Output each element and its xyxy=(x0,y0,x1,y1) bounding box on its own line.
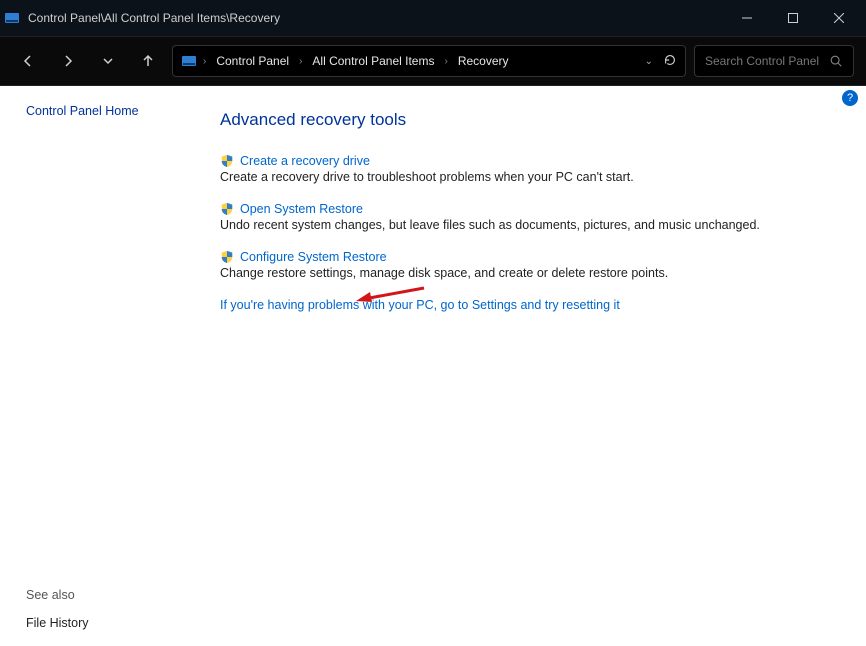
help-icon[interactable]: ? xyxy=(842,90,858,106)
maximize-button[interactable] xyxy=(770,0,816,36)
open-system-restore-link[interactable]: Open System Restore xyxy=(240,202,363,216)
control-panel-icon xyxy=(4,10,20,26)
page-heading: Advanced recovery tools xyxy=(220,110,840,130)
chevron-right-icon: › xyxy=(203,56,206,67)
chevron-right-icon: › xyxy=(299,56,302,67)
window-title: Control Panel\All Control Panel Items\Re… xyxy=(28,11,724,25)
refresh-button[interactable] xyxy=(663,53,677,70)
create-recovery-drive-link[interactable]: Create a recovery drive xyxy=(240,154,370,168)
search-placeholder: Search Control Panel xyxy=(705,54,819,68)
tool-desc: Create a recovery drive to troubleshoot … xyxy=(220,170,840,184)
chevron-down-icon[interactable]: ⌄ xyxy=(645,56,653,67)
control-panel-home-link[interactable]: Control Panel Home xyxy=(26,104,206,118)
breadcrumb[interactable]: All Control Panel Items xyxy=(306,54,440,68)
forward-button[interactable] xyxy=(52,45,84,77)
tool-desc: Undo recent system changes, but leave fi… xyxy=(220,218,840,232)
configure-system-restore-link[interactable]: Configure System Restore xyxy=(240,250,387,264)
reset-pc-link[interactable]: If you're having problems with your PC, … xyxy=(220,298,840,312)
shield-icon xyxy=(220,202,234,216)
chevron-right-icon: › xyxy=(444,56,447,67)
back-button[interactable] xyxy=(12,45,44,77)
breadcrumb[interactable]: Recovery xyxy=(452,54,515,68)
close-button[interactable] xyxy=(816,0,862,36)
left-pane: Control Panel Home xyxy=(26,104,206,630)
recent-locations-button[interactable] xyxy=(92,45,124,77)
search-input[interactable]: Search Control Panel xyxy=(694,45,854,77)
search-icon xyxy=(829,54,843,68)
toolbar: › Control Panel › All Control Panel Item… xyxy=(0,36,866,86)
up-button[interactable] xyxy=(132,45,164,77)
file-history-link[interactable]: File History xyxy=(26,616,89,630)
see-also-label: See also xyxy=(26,588,89,602)
content-area: ? Control Panel Home Advanced recovery t… xyxy=(0,86,866,646)
main-pane: Advanced recovery tools Create a recover… xyxy=(206,104,840,630)
control-panel-icon xyxy=(181,53,197,69)
tool-configure-system-restore: Configure System Restore Change restore … xyxy=(220,250,840,280)
tool-open-system-restore: Open System Restore Undo recent system c… xyxy=(220,202,840,232)
shield-icon xyxy=(220,154,234,168)
see-also: See also File History xyxy=(26,588,89,630)
breadcrumb[interactable]: Control Panel xyxy=(210,54,295,68)
tool-create-recovery-drive: Create a recovery drive Create a recover… xyxy=(220,154,840,184)
address-bar[interactable]: › Control Panel › All Control Panel Item… xyxy=(172,45,686,77)
tool-desc: Change restore settings, manage disk spa… xyxy=(220,266,840,280)
minimize-button[interactable] xyxy=(724,0,770,36)
shield-icon xyxy=(220,250,234,264)
titlebar: Control Panel\All Control Panel Items\Re… xyxy=(0,0,866,36)
